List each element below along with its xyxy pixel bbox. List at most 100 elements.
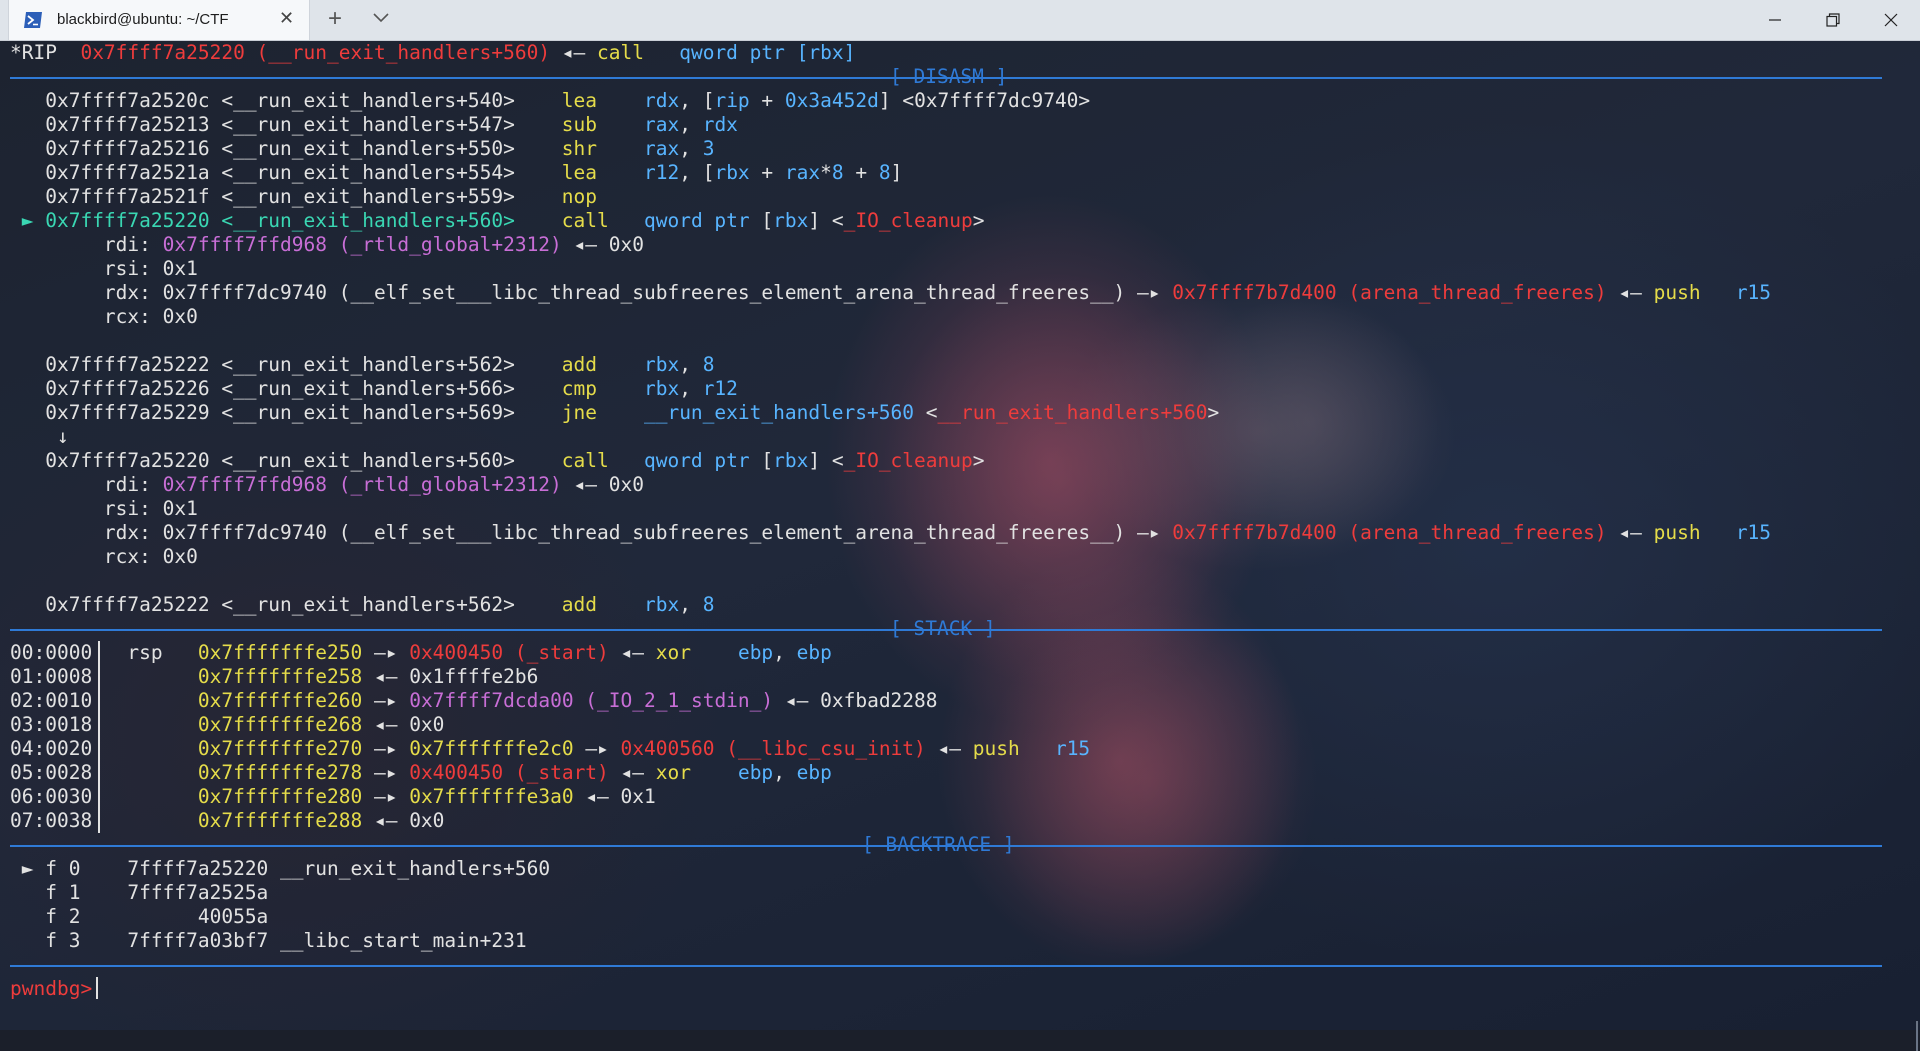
stack-value: —▸ (373, 785, 410, 808)
stack-row: 02:0010 0x7fffffffe260 —▸ 0x7ffff7dcda00… (10, 689, 938, 713)
mnemonic: lea (514, 161, 644, 184)
operand: * (820, 161, 832, 184)
disasm-row: ► 0x7ffff7a25220 <__run_exit_handlers+56… (10, 209, 985, 233)
disasm-row: 0x7ffff7a25220 <__run_exit_handlers+560>… (10, 449, 984, 473)
minimize-icon (1769, 19, 1781, 21)
stack-value: —▸ (373, 737, 410, 760)
register-value: rdx: 0x7ffff7dc9740 (__elf_set___libc_th… (10, 521, 1173, 544)
disasm-row: 0x7ffff7a25213 <__run_exit_handlers+547>… (10, 113, 738, 137)
mnemonic: shr (514, 137, 644, 160)
register-value: rsi: 0x1 (10, 497, 198, 520)
arg-rsi: rsi: 0x1 (10, 257, 198, 281)
pointer-value: 0x7ffff7ffd968 (_rtld_global+2312) (162, 473, 562, 496)
operand: > (972, 209, 985, 232)
pwndbg-prompt[interactable]: pwndbg> (10, 977, 99, 1001)
stack-row: 05:0028 0x7fffffffe278 —▸ 0x400450 (_sta… (10, 761, 832, 785)
terminal-pane[interactable]: *RIP 0x7ffff7a25220 (__run_exit_handlers… (0, 41, 1920, 1030)
title-bar: blackbird@ubuntu: ~/CTF ✕ + (0, 0, 1920, 41)
stack-value: ◂— (925, 737, 973, 760)
stack-index: 05:0028 (10, 761, 93, 784)
stack-register (92, 665, 198, 688)
stack-value: ◂— (608, 641, 656, 664)
tab-close-button[interactable]: ✕ (279, 8, 294, 29)
disasm-row: 0x7ffff7a25229 <__run_exit_handlers+569>… (10, 401, 1219, 425)
operand: [ (702, 89, 715, 112)
operand: rax (643, 137, 680, 160)
restore-icon (1826, 13, 1840, 27)
arrow: ◂— (550, 41, 598, 64)
restore-button[interactable] (1803, 0, 1863, 40)
stack-index: 02:0010 (10, 689, 93, 712)
rip-address: 0x7ffff7a25220 (__run_exit_handlers+560) (80, 41, 551, 64)
mnemonic: jne (514, 401, 644, 424)
arg-rdx: rdx: 0x7ffff7dc9740 (__elf_set___libc_th… (10, 521, 1771, 545)
pointer-value: 0x7ffff7b7d400 (arena_thread_freeres) (1172, 521, 1607, 544)
backtrace-frame: f 1 7ffff7a2525a (10, 881, 268, 905)
stack-row: 01:0008 0x7fffffffe258 ◂— 0x1ffffe2b6 (10, 665, 538, 689)
stack-value: ebp (796, 641, 832, 664)
rip-line: *RIP 0x7ffff7a25220 (__run_exit_handlers… (10, 41, 855, 65)
operand: __run_exit_handlers+560 (643, 401, 914, 424)
scrollbar-thumb[interactable] (1916, 1021, 1918, 1051)
stack-address: 0x7fffffffe268 (197, 713, 374, 736)
mnemonic: cmp (514, 377, 644, 400)
register-value: rsi: 0x1 (10, 257, 198, 280)
chevron-down-icon[interactable] (372, 10, 390, 24)
instruction-address: 0x7ffff7a2520c <__run_exit_handlers+540> (45, 89, 515, 112)
stack-row: 06:0030 0x7fffffffe280 —▸ 0x7fffffffe3a0… (10, 785, 656, 809)
stack-value: 0x400560 (__libc_csu_init) (620, 737, 926, 760)
gutter (10, 137, 45, 160)
instruction-address: 0x7ffff7a25226 <__run_exit_handlers+566> (10, 377, 515, 400)
operand: ] <0x7ffff7dc9740> (878, 89, 1091, 112)
operand: ] (890, 161, 903, 184)
operand: 3 (702, 137, 715, 160)
instruction-address: 0x7ffff7a25216 <__run_exit_handlers+550> (45, 137, 515, 160)
operand: qword ptr (643, 449, 762, 472)
scrollbar[interactable] (1912, 41, 1920, 1051)
operand: < (914, 401, 938, 424)
deref-value: ◂— 0x0 (561, 473, 644, 496)
operand: > (972, 449, 985, 472)
mnemonic: push (1653, 521, 1736, 544)
stack-row: 04:0020 0x7fffffffe270 —▸ 0x7fffffffe2c0… (10, 737, 1090, 761)
operand: _IO_cleanup (843, 449, 973, 472)
operand: , (679, 353, 703, 376)
operand: rip (714, 89, 750, 112)
operand: rdx (643, 89, 680, 112)
stack-row: 07:0038 0x7fffffffe288 ◂— 0x0 (10, 809, 444, 833)
stack-index: 00:0000 (10, 641, 93, 664)
minimize-button[interactable] (1745, 0, 1805, 40)
frame-text: f 0 7ffff7a25220 __run_exit_handlers+560 (45, 857, 551, 880)
current-frame-marker: ► (10, 857, 46, 880)
arg-rdi: rdi: 0x7ffff7ffd968 (_rtld_global+2312) … (10, 233, 644, 257)
operand: rbx (773, 449, 809, 472)
terminal-tab[interactable]: blackbird@ubuntu: ~/CTF ✕ (8, 0, 310, 40)
operand: 8 (702, 353, 715, 376)
stack-row: 00:0000 rsp 0x7fffffffe250 —▸ 0x400450 (… (10, 641, 832, 665)
stack-register (92, 737, 198, 760)
gutter (10, 905, 45, 928)
operand: , (679, 593, 703, 616)
close-window-button[interactable] (1861, 0, 1920, 40)
operand: + (749, 89, 785, 112)
context-end-divider (10, 965, 1882, 967)
stack-value: r15 (1054, 737, 1091, 760)
operand: r12 (702, 377, 738, 400)
mnemonic: push (1653, 281, 1736, 304)
operand: [ (761, 449, 774, 472)
backtrace-frame: f 3 7ffff7a03bf7 __libc_start_main+231 (10, 929, 526, 953)
operand: rax (784, 161, 821, 184)
mnemonic: call (597, 41, 680, 64)
stack-value: ◂— 0x0 (373, 809, 445, 832)
stack-register (92, 809, 198, 832)
stack-address: 0x7fffffffe270 (197, 737, 374, 760)
gutter (10, 881, 45, 904)
stack-register (92, 713, 198, 736)
text-cursor[interactable] (96, 977, 99, 999)
operand: 0x3a452d (784, 89, 879, 112)
stack-address: 0x7fffffffe260 (197, 689, 374, 712)
new-tab-button[interactable]: + (328, 5, 342, 33)
operand: rbx (643, 593, 680, 616)
operand: rbx (643, 353, 680, 376)
operand: , (679, 377, 703, 400)
